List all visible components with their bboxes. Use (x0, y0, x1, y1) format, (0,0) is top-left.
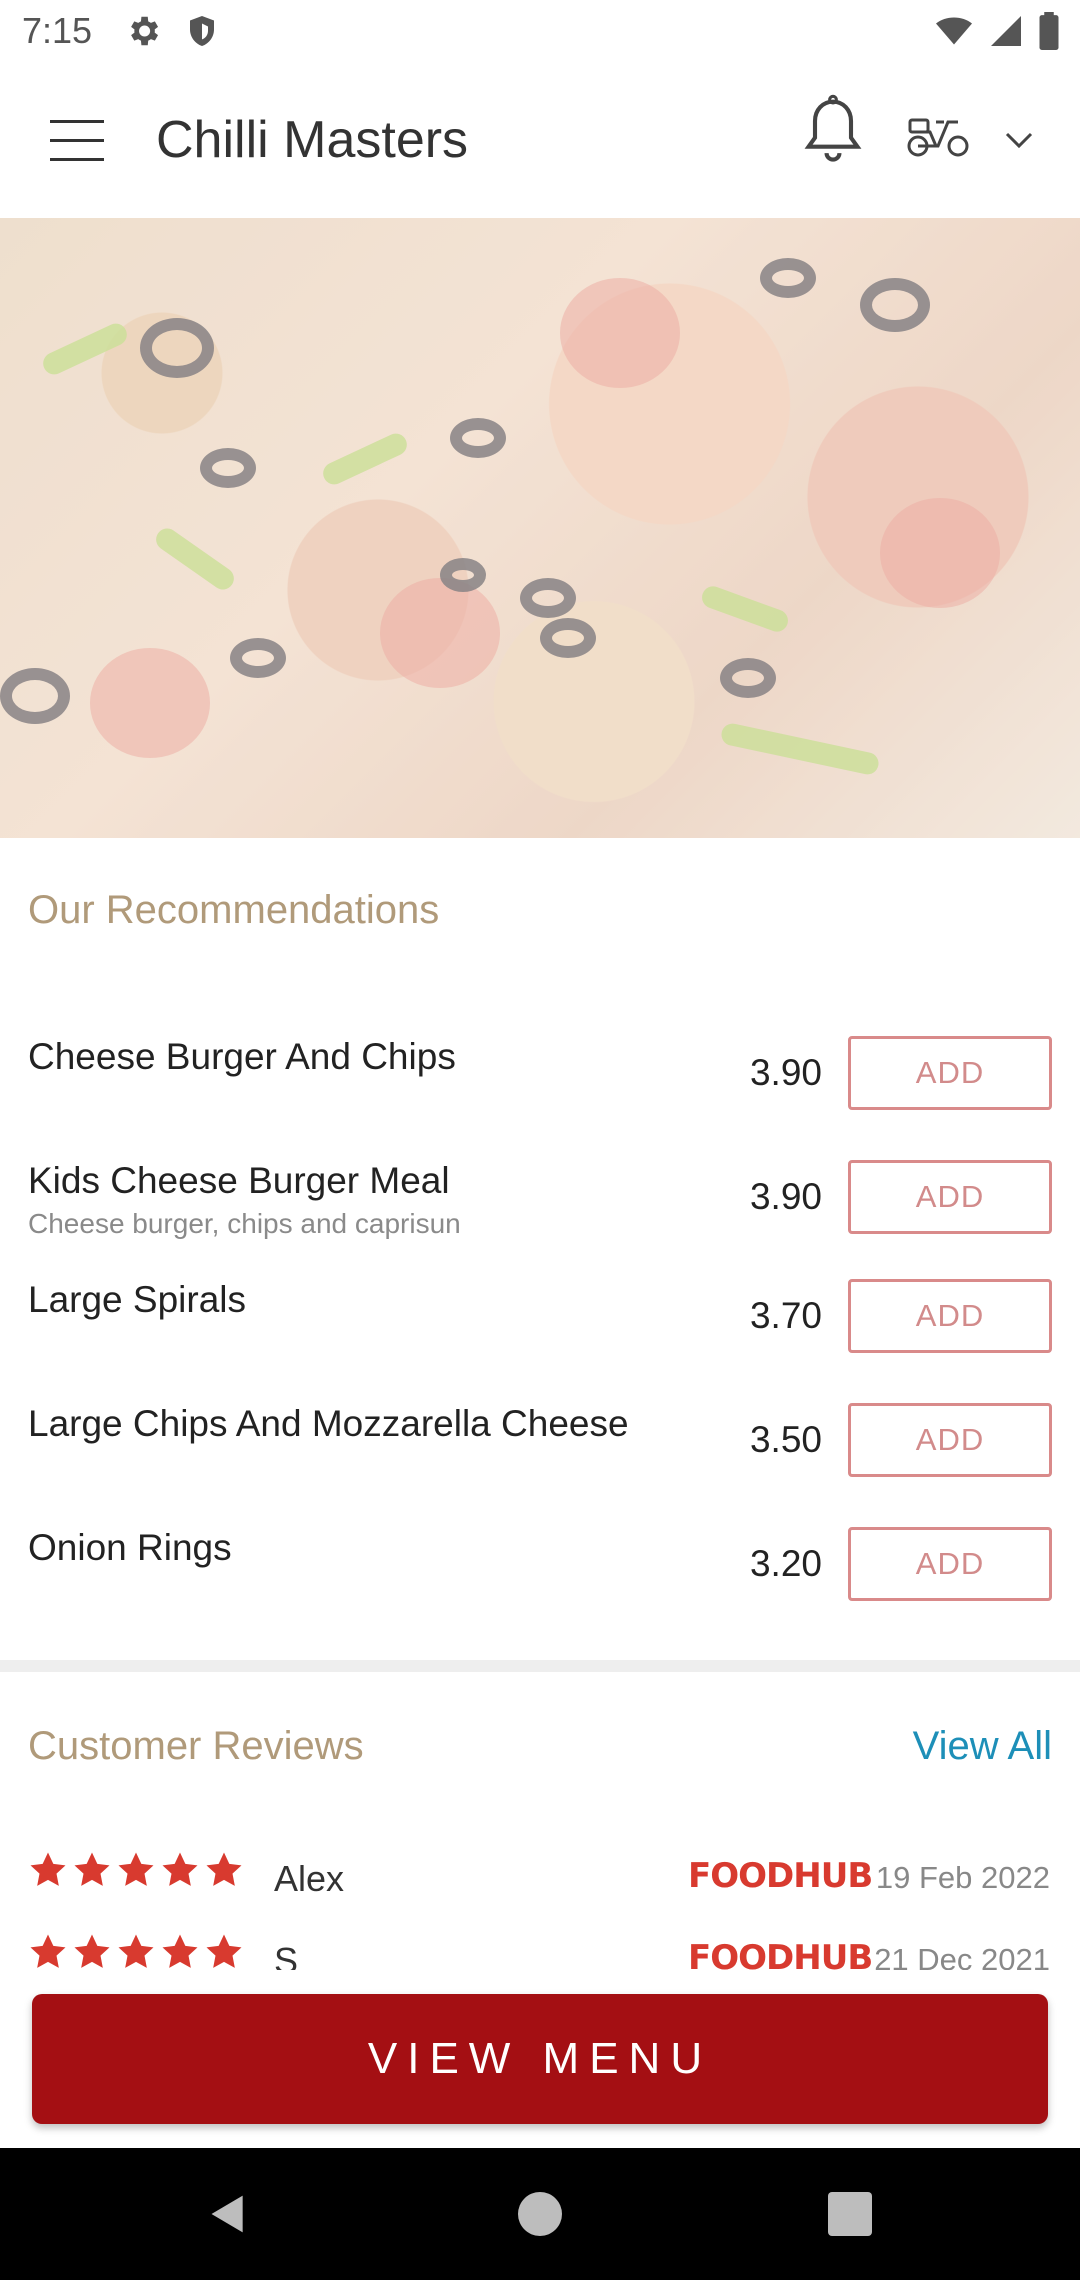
item-price: 3.90 (749, 1176, 822, 1217)
item-name: Cheese Burger And Chips (28, 1036, 456, 1077)
item-name: Kids Cheese Burger Meal (28, 1160, 450, 1201)
restaurant-title: Chilli Masters (156, 111, 469, 169)
gear-icon (131, 16, 159, 46)
scooter-icon (907, 118, 969, 157)
star-icon (118, 1934, 154, 1968)
menu-icon-line (50, 139, 104, 142)
home-icon[interactable] (518, 2192, 562, 2236)
recents-icon[interactable] (828, 2192, 872, 2236)
recommendation-item: Kids Cheese Burger Meal Cheese burger, c… (0, 1160, 1080, 1270)
hero-decor (560, 278, 680, 388)
app-bar: Chilli Masters (0, 64, 1080, 218)
signal-icon (991, 16, 1021, 46)
item-name: Large Spirals (28, 1279, 247, 1320)
star-icon (30, 1934, 66, 1968)
star-icon (74, 1934, 110, 1968)
view-menu-button[interactable]: VIEW MENU (32, 1994, 1048, 2124)
hero-decor (380, 578, 500, 688)
add-button[interactable]: ADD (848, 1036, 1052, 1110)
review-date: 19 Feb 2022 (875, 1860, 1050, 1895)
hero-decor (698, 583, 792, 635)
hero-decor (440, 558, 486, 592)
hero-decor (880, 498, 1000, 608)
view-all-link[interactable]: View All (913, 1724, 1052, 1769)
reviewer-name: S (274, 1940, 299, 1970)
screen: 7:15 Chilli Masters Our Recommendations … (0, 0, 1080, 2280)
star-icon (162, 1852, 198, 1886)
hero-decor (230, 638, 286, 678)
hero-decor (720, 658, 776, 698)
item-price: 3.70 (749, 1295, 822, 1336)
star-icon (206, 1852, 242, 1886)
review-row: S FOODHUB 21 Dec 2021 (0, 1932, 1080, 1970)
add-button[interactable]: ADD (848, 1403, 1052, 1477)
item-price: 3.20 (749, 1543, 822, 1584)
review-row: Alex FOODHUB 19 Feb 2022 (0, 1850, 1080, 1920)
wifi-icon (936, 17, 972, 45)
item-name: Onion Rings (28, 1527, 232, 1568)
hero-decor (540, 618, 596, 658)
star-icon (118, 1852, 154, 1886)
add-button[interactable]: ADD (848, 1279, 1052, 1353)
status-time: 7:15 (22, 10, 93, 51)
item-description: Cheese burger, chips and caprisun (28, 1208, 461, 1239)
hero-decor (200, 448, 256, 488)
chevron-down-icon (1005, 132, 1033, 149)
shield-icon (190, 16, 214, 46)
reviews-title: Customer Reviews (28, 1724, 364, 1768)
recommendations-title: Our Recommendations (28, 888, 440, 932)
hero-decor (319, 430, 411, 488)
back-icon[interactable] (206, 2192, 250, 2236)
hero-image (0, 218, 1080, 838)
hero-decor (0, 668, 70, 724)
item-name: Large Chips And Mozzarella Cheese (28, 1403, 629, 1444)
item-price: 3.90 (749, 1052, 822, 1093)
hero-decor (140, 318, 214, 378)
hero-decor (90, 648, 210, 758)
item-price: 3.50 (749, 1419, 822, 1460)
section-divider (0, 1660, 1080, 1672)
notifications-button[interactable] (802, 94, 872, 174)
hero-decor (450, 418, 506, 458)
hero-decor (520, 578, 576, 618)
add-button[interactable]: ADD (848, 1527, 1052, 1601)
battery-icon (1039, 12, 1059, 50)
hero-decor (39, 320, 131, 378)
star-icon (74, 1852, 110, 1886)
recommendation-item: Onion Rings 3.20 ADD (0, 1527, 1080, 1637)
recommendation-item: Large Spirals 3.70 ADD (0, 1279, 1080, 1389)
menu-button[interactable] (50, 120, 104, 162)
menu-icon (50, 120, 104, 123)
foodhub-logo: FOODHUB (688, 1938, 873, 1970)
star-icon (162, 1934, 198, 1968)
hero-decor (760, 258, 816, 298)
recommendation-item: Cheese Burger And Chips 3.90 ADD (0, 1036, 1080, 1146)
hero-decor (151, 524, 239, 594)
add-button[interactable]: ADD (848, 1160, 1052, 1234)
delivery-mode-selector[interactable] (904, 108, 1044, 168)
star-rating (28, 1850, 244, 1890)
system-nav-bar (0, 2148, 1080, 2280)
menu-icon-line (50, 158, 104, 161)
reviewer-name: Alex (274, 1858, 345, 1899)
recommendation-item: Large Chips And Mozzarella Cheese 3.50 A… (0, 1403, 1080, 1513)
star-icon (206, 1934, 242, 1968)
bell-icon (804, 94, 862, 162)
star-rating (28, 1932, 244, 1970)
hero-decor (719, 721, 881, 777)
reviews-list[interactable]: Alex FOODHUB 19 Feb 2022 S FOODHUB 21 De… (0, 1850, 1080, 1970)
review-date: 21 Dec 2021 (874, 1942, 1050, 1970)
hero-decor (860, 278, 930, 332)
star-icon (30, 1852, 66, 1886)
cta-container: VIEW MENU (0, 1970, 1080, 2148)
status-bar: 7:15 (0, 0, 1080, 64)
foodhub-logo: FOODHUB (688, 1856, 873, 1896)
